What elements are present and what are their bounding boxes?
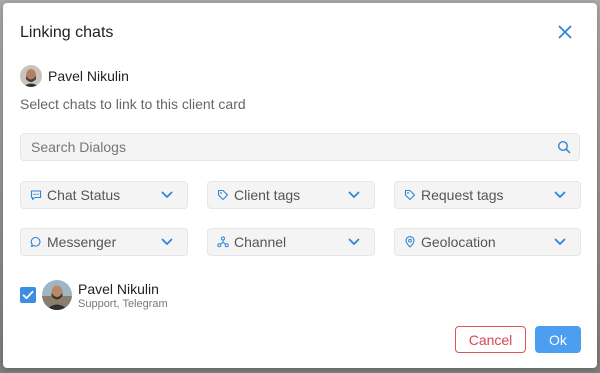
chat-avatar-image — [42, 280, 72, 310]
chevron-down-icon — [348, 191, 360, 198]
chat-name: Pavel Nikulin — [78, 281, 159, 297]
chevron-down-icon — [161, 191, 173, 198]
filter-label: Request tags — [421, 187, 504, 203]
user-avatar-image — [20, 65, 42, 87]
chevron-down-icon — [554, 238, 566, 245]
client-name: Pavel Nikulin — [48, 68, 129, 84]
search-input[interactable] — [31, 138, 541, 156]
cancel-button[interactable]: Cancel — [455, 326, 526, 353]
chat-status-icon — [30, 190, 42, 201]
location-pin-icon — [405, 236, 415, 248]
checkmark-icon — [22, 290, 34, 300]
ok-button[interactable]: Ok — [535, 326, 581, 353]
dialog-subtitle: Select chats to link to this client card — [20, 96, 246, 112]
filter-channel[interactable]: Channel — [207, 228, 375, 256]
chat-checkbox[interactable] — [20, 287, 36, 303]
filter-request-tags[interactable]: Request tags — [394, 181, 581, 209]
close-icon — [558, 25, 572, 39]
filter-label: Geolocation — [421, 234, 496, 250]
filter-label: Chat Status — [47, 187, 121, 203]
filter-messenger[interactable]: Messenger — [20, 228, 188, 256]
filter-label: Channel — [234, 234, 287, 250]
chevron-down-icon — [348, 238, 360, 245]
close-button[interactable] — [555, 22, 575, 42]
list-item: Pavel Nikulin Support, Telegram — [20, 278, 320, 312]
filter-client-tags[interactable]: Client tags — [207, 181, 375, 209]
channel-icon — [217, 236, 229, 248]
linking-chats-dialog: Linking chats Pavel Nikulin Select chats… — [3, 3, 597, 368]
search-field — [20, 133, 580, 161]
client-row: Pavel Nikulin — [20, 65, 129, 87]
avatar — [20, 65, 42, 87]
message-bubble-icon — [30, 236, 41, 248]
chevron-down-icon — [554, 191, 566, 198]
tag-icon — [404, 189, 416, 201]
dialog-title: Linking chats — [20, 24, 114, 41]
filter-label: Client tags — [234, 187, 301, 203]
chat-subtitle: Support, Telegram — [78, 298, 168, 310]
search-icon[interactable] — [557, 140, 571, 154]
chevron-down-icon — [161, 238, 173, 245]
tag-icon — [217, 189, 229, 201]
filter-chat-status[interactable]: Chat Status — [20, 181, 188, 209]
filter-label: Messenger — [47, 234, 117, 250]
avatar — [42, 280, 72, 310]
filter-geolocation[interactable]: Geolocation — [394, 228, 581, 256]
